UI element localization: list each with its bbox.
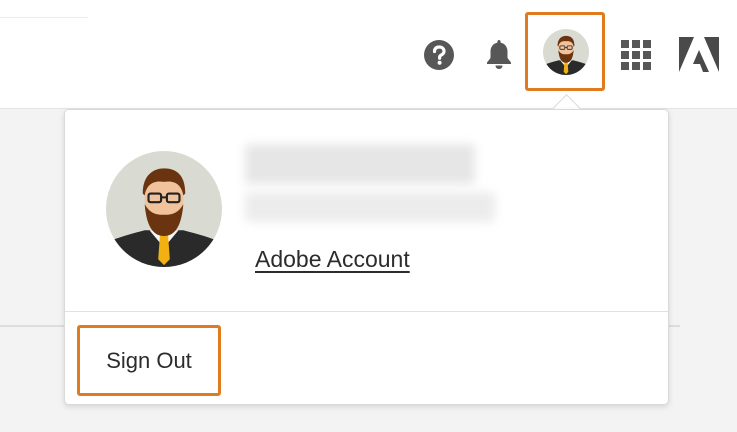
account-menu-popover: Adobe Account Sign Out: [64, 109, 669, 405]
user-avatar-button[interactable]: [525, 12, 605, 91]
adobe-logo[interactable]: [679, 37, 719, 72]
user-email-redacted: [245, 192, 495, 222]
top-navigation-bar: [0, 0, 737, 109]
user-name-redacted: [245, 144, 475, 184]
menu-divider: [65, 311, 668, 312]
notifications-bell-icon[interactable]: [484, 37, 514, 71]
apps-grid-icon[interactable]: [620, 39, 652, 71]
user-avatar: [543, 29, 589, 75]
adobe-account-link[interactable]: Adobe Account: [255, 246, 410, 273]
profile-avatar: [106, 151, 222, 267]
divider: [0, 17, 88, 18]
help-icon[interactable]: [423, 39, 455, 71]
sign-out-button[interactable]: Sign Out: [77, 325, 221, 396]
sign-out-label: Sign Out: [106, 347, 192, 373]
